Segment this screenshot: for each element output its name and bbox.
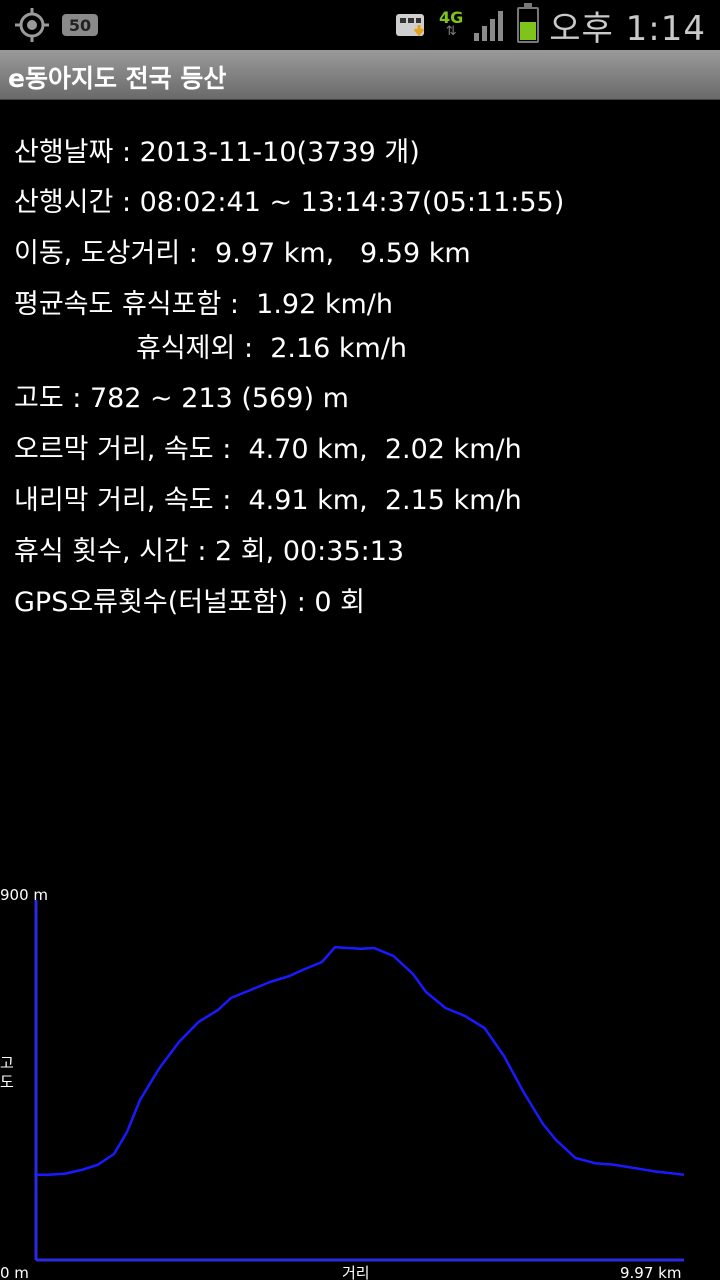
y-tick-label-max: 900 m xyxy=(0,886,48,904)
screenshot-download-icon xyxy=(396,14,425,37)
status-time: 오후 1:14 xyxy=(549,8,706,49)
avg-speed-incl-rest: 평균속도 휴식포함 : 1.92 km/h xyxy=(14,289,393,320)
elevation-series-line-0 xyxy=(36,945,685,1177)
y-axis-label-1: 고 xyxy=(0,1054,14,1072)
avg-speed-excl-rest: 휴식제외 : 2.16 km/h xyxy=(136,333,408,364)
network-4g-icon: 4G ⇅ xyxy=(439,8,464,39)
gps-error-count: GPS오류횟수(터널포함) : 0 회 xyxy=(14,587,365,618)
rest-stats: 휴식 횟수, 시간 : 2 회, 00:35:13 xyxy=(14,536,405,567)
y-axis-label-2: 도 xyxy=(0,1073,14,1091)
x-tick-label-min: 0 m xyxy=(0,1264,29,1280)
gps-icon xyxy=(15,8,49,42)
app-title: e동아지도 전국 등산 xyxy=(8,64,227,93)
x-tick-label-max: 9.97 km xyxy=(620,1264,681,1280)
badge-50-icon: 50 xyxy=(62,14,98,36)
elevation-chart: 900 m 고 도 0 m 거리 9.97 km xyxy=(0,886,685,1280)
status-bar: 50 4G ⇅ 오후 1:14 xyxy=(0,0,720,50)
x-axis-label: 거리 xyxy=(342,1264,370,1280)
app-title-bar: e동아지도 전국 등산 xyxy=(0,50,720,100)
uphill-stats: 오르막 거리, 속도 : 4.70 km, 2.02 km/h xyxy=(14,434,522,465)
hike-distance: 이동, 도상거리 : 9.97 km, 9.59 km xyxy=(14,238,471,269)
downhill-stats: 내리막 거리, 속도 : 4.91 km, 2.15 km/h xyxy=(14,485,522,516)
signal-icon xyxy=(474,11,504,41)
altitude-range: 고도 : 782 ~ 213 (569) m xyxy=(14,383,349,414)
battery-icon xyxy=(517,3,540,43)
hike-date: 산행날짜 : 2013-11-10(3739 개) xyxy=(14,137,420,168)
hike-time: 산행시간 : 08:02:41 ~ 13:14:37(05:11:55) xyxy=(14,187,565,218)
